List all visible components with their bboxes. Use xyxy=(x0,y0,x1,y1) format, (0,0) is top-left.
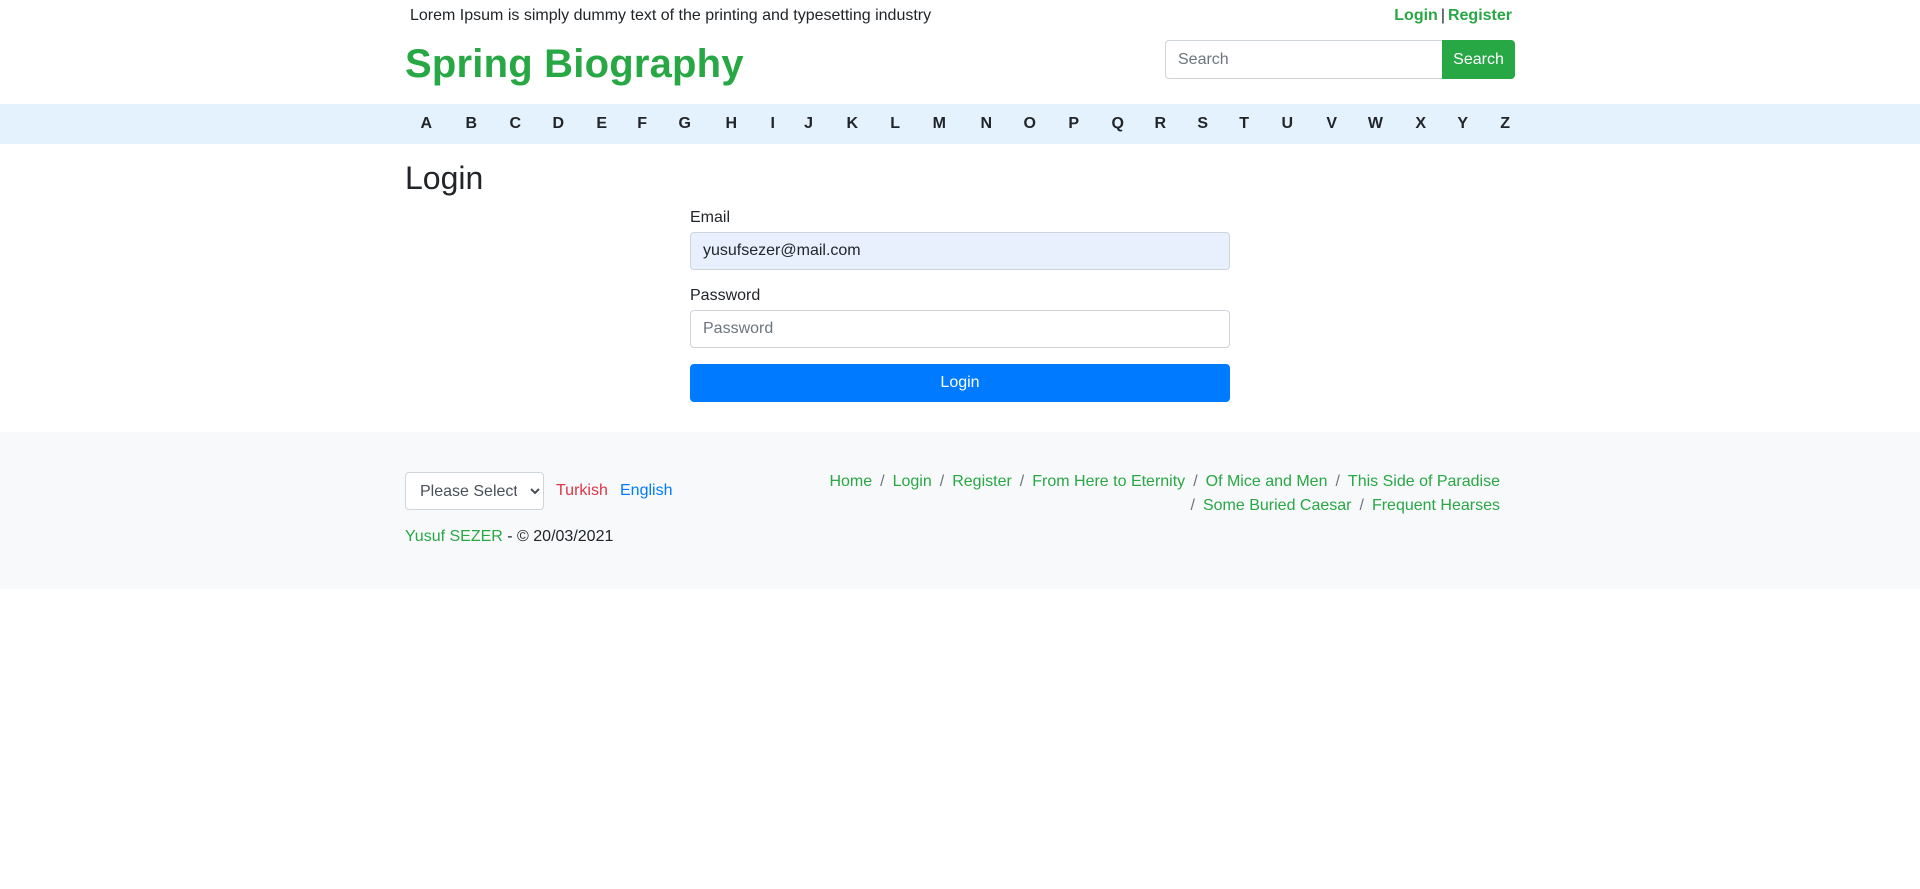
breadcrumb-link-register[interactable]: Register xyxy=(952,473,1012,490)
search-input[interactable] xyxy=(1165,40,1442,79)
breadcrumb-link-home[interactable]: Home xyxy=(829,473,872,490)
alphabet-letter-b[interactable]: B xyxy=(432,104,477,144)
breadcrumb-separator: / xyxy=(1359,497,1364,514)
breadcrumb-link-some-buried-caesar[interactable]: Some Buried Caesar xyxy=(1203,497,1352,514)
breadcrumb-link-of-mice-and-men[interactable]: Of Mice and Men xyxy=(1206,473,1328,490)
lang-english-link[interactable]: English xyxy=(620,482,672,500)
alphabet-nav: ABCDEFGHIJKLMNOPQRSTUVWXYZ xyxy=(0,104,1920,144)
alphabet-letter-r[interactable]: R xyxy=(1124,104,1166,144)
password-label: Password xyxy=(690,287,761,304)
alphabet-letter-p[interactable]: P xyxy=(1036,104,1079,144)
alphabet-letter-l[interactable]: L xyxy=(858,104,900,144)
alphabet-letter-u[interactable]: U xyxy=(1249,104,1293,144)
alphabet-letter-h[interactable]: H xyxy=(691,104,737,144)
alphabet-letter-k[interactable]: K xyxy=(813,104,858,144)
site-header: Spring Biography Search xyxy=(405,34,1515,104)
alphabet-letter-f[interactable]: F xyxy=(607,104,647,144)
alphabet-letter-c[interactable]: C xyxy=(477,104,521,144)
alphabet-letter-t[interactable]: T xyxy=(1208,104,1249,144)
alphabet-letter-d[interactable]: D xyxy=(521,104,564,144)
alphabet-letter-v[interactable]: V xyxy=(1293,104,1337,144)
register-link[interactable]: Register xyxy=(1448,7,1512,24)
auth-separator: | xyxy=(1440,7,1445,24)
email-field[interactable] xyxy=(690,232,1230,270)
login-link[interactable]: Login xyxy=(1394,7,1438,24)
alphabet-letter-g[interactable]: G xyxy=(647,104,691,144)
author-link[interactable]: Yusuf SEZER xyxy=(405,528,503,545)
alphabet-letter-n[interactable]: N xyxy=(946,104,992,144)
breadcrumb-link-login[interactable]: Login xyxy=(893,473,932,490)
breadcrumb-link-this-side-of-paradise[interactable]: This Side of Paradise xyxy=(1348,473,1500,490)
alphabet-letter-y[interactable]: Y xyxy=(1426,104,1468,144)
password-group: Password xyxy=(690,286,1230,348)
alphabet-letter-m[interactable]: M xyxy=(900,104,946,144)
breadcrumb-separator: / xyxy=(1193,473,1198,490)
search-form: Search xyxy=(1165,40,1515,79)
login-button[interactable]: Login xyxy=(690,364,1230,402)
breadcrumb-separator: / xyxy=(1019,473,1025,490)
breadcrumb-separator: / xyxy=(939,473,945,490)
email-label: Email xyxy=(690,209,731,226)
password-field[interactable] xyxy=(690,310,1230,348)
breadcrumb-separator: / xyxy=(1335,473,1340,490)
email-group: Email xyxy=(690,208,1230,270)
alphabet-letters: ABCDEFGHIJKLMNOPQRSTUVWXYZ xyxy=(405,104,1515,144)
site-tagline: Lorem Ipsum is simply dummy text of the … xyxy=(410,7,932,24)
breadcrumb-separator: / xyxy=(880,473,885,490)
alphabet-letter-w[interactable]: W xyxy=(1337,104,1383,144)
footer-breadcrumb: Home / Login / Register / From Here to Eternit… xyxy=(790,470,1500,518)
copyright: Yusuf SEZER - © 20/03/2021 xyxy=(405,528,613,546)
alphabet-letter-e[interactable]: E xyxy=(564,104,607,144)
alphabet-letter-z[interactable]: Z xyxy=(1468,104,1510,144)
page-title: Login xyxy=(405,160,484,196)
site-footer: Please Select Turkish English Yusuf SEZE… xyxy=(0,432,1920,589)
alphabet-letter-x[interactable]: X xyxy=(1383,104,1426,144)
top-bar: Lorem Ipsum is simply dummy text of the … xyxy=(405,0,1515,34)
alphabet-letter-a[interactable]: A xyxy=(405,104,432,144)
search-button[interactable]: Search xyxy=(1442,40,1515,79)
breadcrumb-link-from-here-to-eternity[interactable]: From Here to Eternity xyxy=(1032,473,1185,490)
language-select[interactable]: Please Select xyxy=(405,472,544,510)
auth-links: Login | Register xyxy=(1394,7,1512,25)
alphabet-letter-o[interactable]: O xyxy=(992,104,1036,144)
site-brand[interactable]: Spring Biography xyxy=(405,42,744,87)
copyright-text: - © 20/03/2021 xyxy=(502,528,614,545)
alphabet-letter-s[interactable]: S xyxy=(1166,104,1208,144)
login-form: Email Password Login xyxy=(690,208,1230,402)
breadcrumb-link-frequent-hearses[interactable]: Frequent Hearses xyxy=(1372,497,1500,514)
breadcrumb-separator: / xyxy=(1190,497,1195,514)
alphabet-letter-i[interactable]: I xyxy=(737,104,775,144)
lang-turkish-link[interactable]: Turkish xyxy=(556,482,608,500)
alphabet-letter-j[interactable]: J xyxy=(775,104,813,144)
alphabet-letter-q[interactable]: Q xyxy=(1079,104,1124,144)
